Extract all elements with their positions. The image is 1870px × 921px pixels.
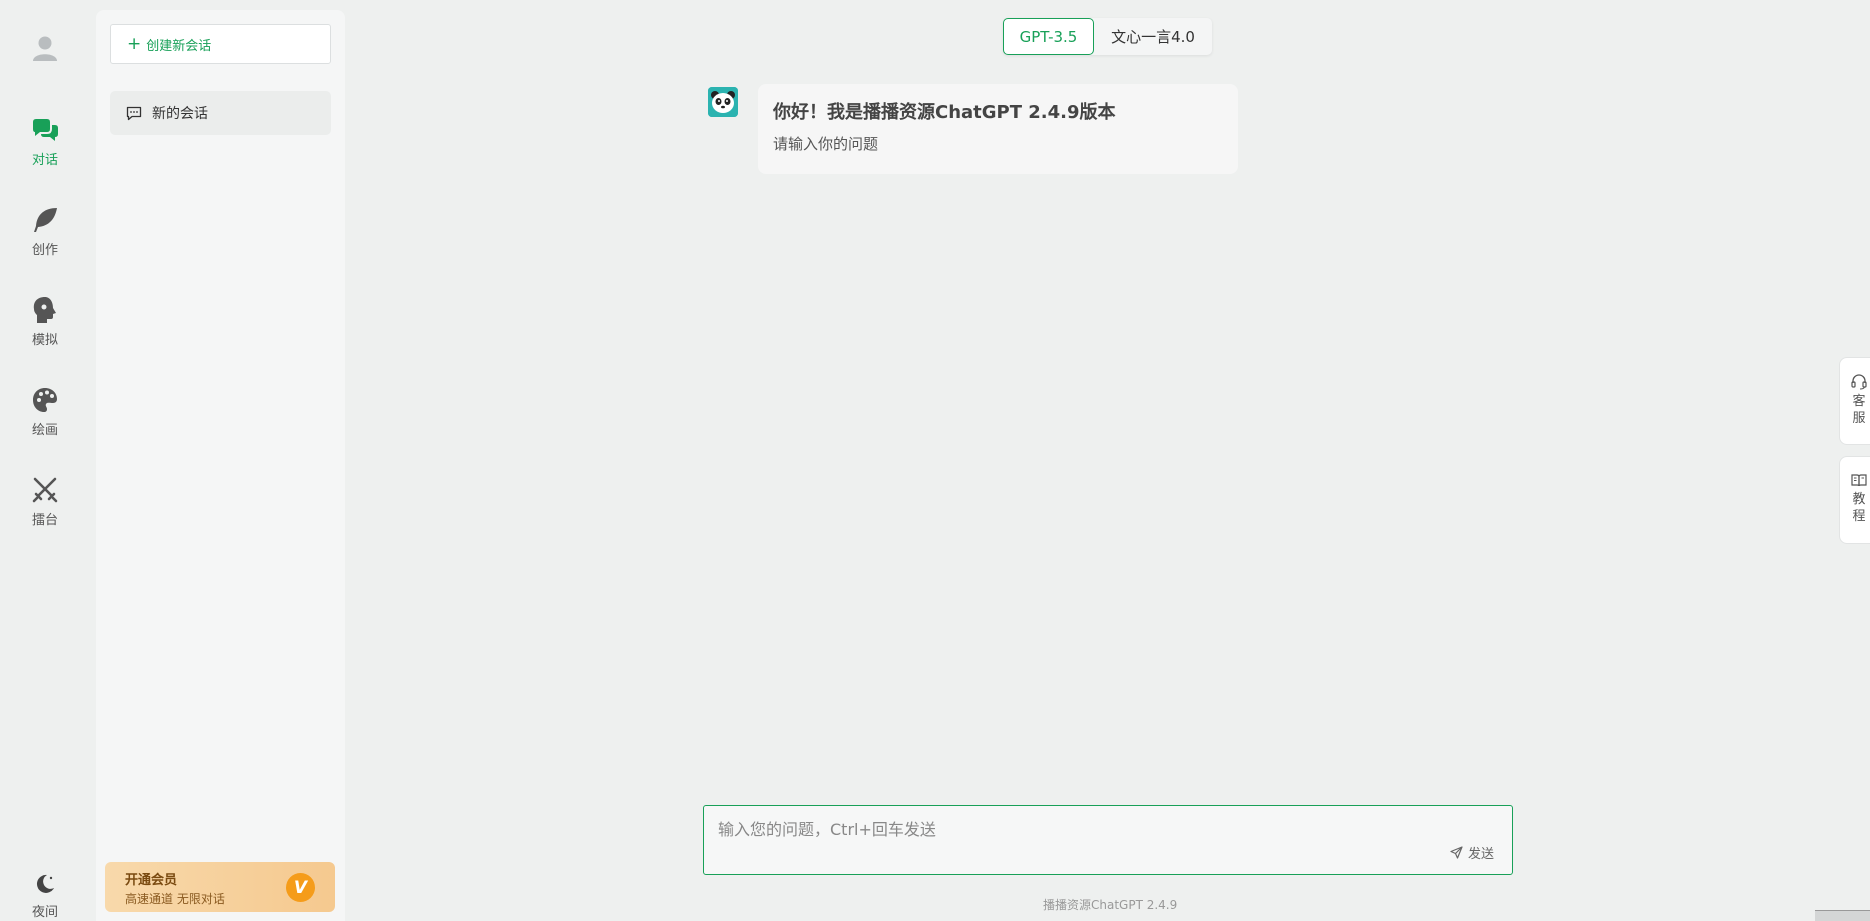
headset-icon bbox=[1851, 374, 1867, 390]
chat-bubbles-icon bbox=[31, 116, 59, 144]
model-option-wenxin[interactable]: 文心一言4.0 bbox=[1094, 18, 1212, 55]
rail-item-paint[interactable]: 绘画 bbox=[0, 386, 90, 450]
palette-icon bbox=[31, 386, 59, 414]
taskbar-corner bbox=[1815, 910, 1870, 921]
left-rail: 对话 创作 模拟 绘画 擂台 夜间 bbox=[0, 0, 90, 921]
rail-label: 擂台 bbox=[31, 513, 58, 528]
rail-label: 绘画 bbox=[31, 423, 58, 438]
book-icon bbox=[1851, 474, 1867, 487]
panda-avatar-icon bbox=[708, 87, 738, 117]
head-profile-icon bbox=[31, 296, 59, 324]
chat-input[interactable] bbox=[718, 816, 1418, 840]
plus-icon: + bbox=[127, 33, 142, 54]
message-subtitle: 请输入你的问题 bbox=[773, 135, 879, 153]
message-title: 你好！我是播播资源ChatGPT 2.4.9版本 bbox=[773, 102, 1116, 123]
tab-char: 程 bbox=[1852, 509, 1866, 524]
send-icon bbox=[1450, 846, 1463, 859]
rail-label: 创作 bbox=[31, 243, 58, 258]
bot-message: 你好！我是播播资源ChatGPT 2.4.9版本 请输入你的问题 bbox=[758, 84, 1238, 174]
tutorial-label: 教 程 bbox=[1852, 491, 1866, 525]
customer-service-tab[interactable]: 客 服 bbox=[1839, 357, 1870, 445]
moon-icon bbox=[31, 870, 59, 898]
new-chat-label: 创建新会话 bbox=[146, 38, 212, 54]
model-option-gpt35[interactable]: GPT-3.5 bbox=[1003, 18, 1094, 55]
chat-input-box: 发送 bbox=[703, 805, 1513, 875]
tab-char: 教 bbox=[1852, 492, 1866, 507]
vip-banner[interactable]: 开通会员 高速通道 无限对话 V bbox=[105, 862, 335, 912]
user-avatar-icon[interactable] bbox=[31, 34, 59, 62]
session-item[interactable]: 新的会话 bbox=[110, 91, 331, 135]
session-title: 新的会话 bbox=[152, 106, 208, 122]
feather-icon bbox=[31, 206, 59, 234]
model-switcher: GPT-3.5 文心一言4.0 bbox=[1003, 18, 1212, 55]
send-button[interactable]: 发送 bbox=[1450, 843, 1494, 862]
rail-item-arena[interactable]: 擂台 bbox=[0, 476, 90, 540]
rail-item-create[interactable]: 创作 bbox=[0, 206, 90, 270]
session-panel: + 创建新会话 新的会话 开通会员 高速通道 无限对话 V bbox=[96, 10, 345, 921]
crossed-swords-icon bbox=[31, 476, 59, 504]
send-label: 发送 bbox=[1467, 847, 1494, 862]
tab-char: 客 bbox=[1852, 394, 1866, 409]
new-chat-button[interactable]: + 创建新会话 bbox=[110, 24, 331, 64]
night-label: 夜间 bbox=[31, 905, 58, 920]
tab-char: 服 bbox=[1852, 411, 1866, 426]
rail-item-chat[interactable]: 对话 bbox=[0, 116, 90, 180]
rail-label: 对话 bbox=[31, 153, 58, 168]
message-square-icon bbox=[126, 106, 142, 120]
rail-item-simulate[interactable]: 模拟 bbox=[0, 296, 90, 360]
tutorial-tab[interactable]: 教 程 bbox=[1839, 456, 1870, 544]
footer-version: 播播资源ChatGPT 2.4.9 bbox=[1043, 898, 1178, 912]
rail-label: 模拟 bbox=[31, 333, 58, 348]
customer-service-label: 客 服 bbox=[1852, 393, 1866, 427]
night-mode-toggle[interactable]: 夜间 bbox=[0, 870, 90, 921]
vip-badge-icon: V bbox=[286, 873, 315, 902]
